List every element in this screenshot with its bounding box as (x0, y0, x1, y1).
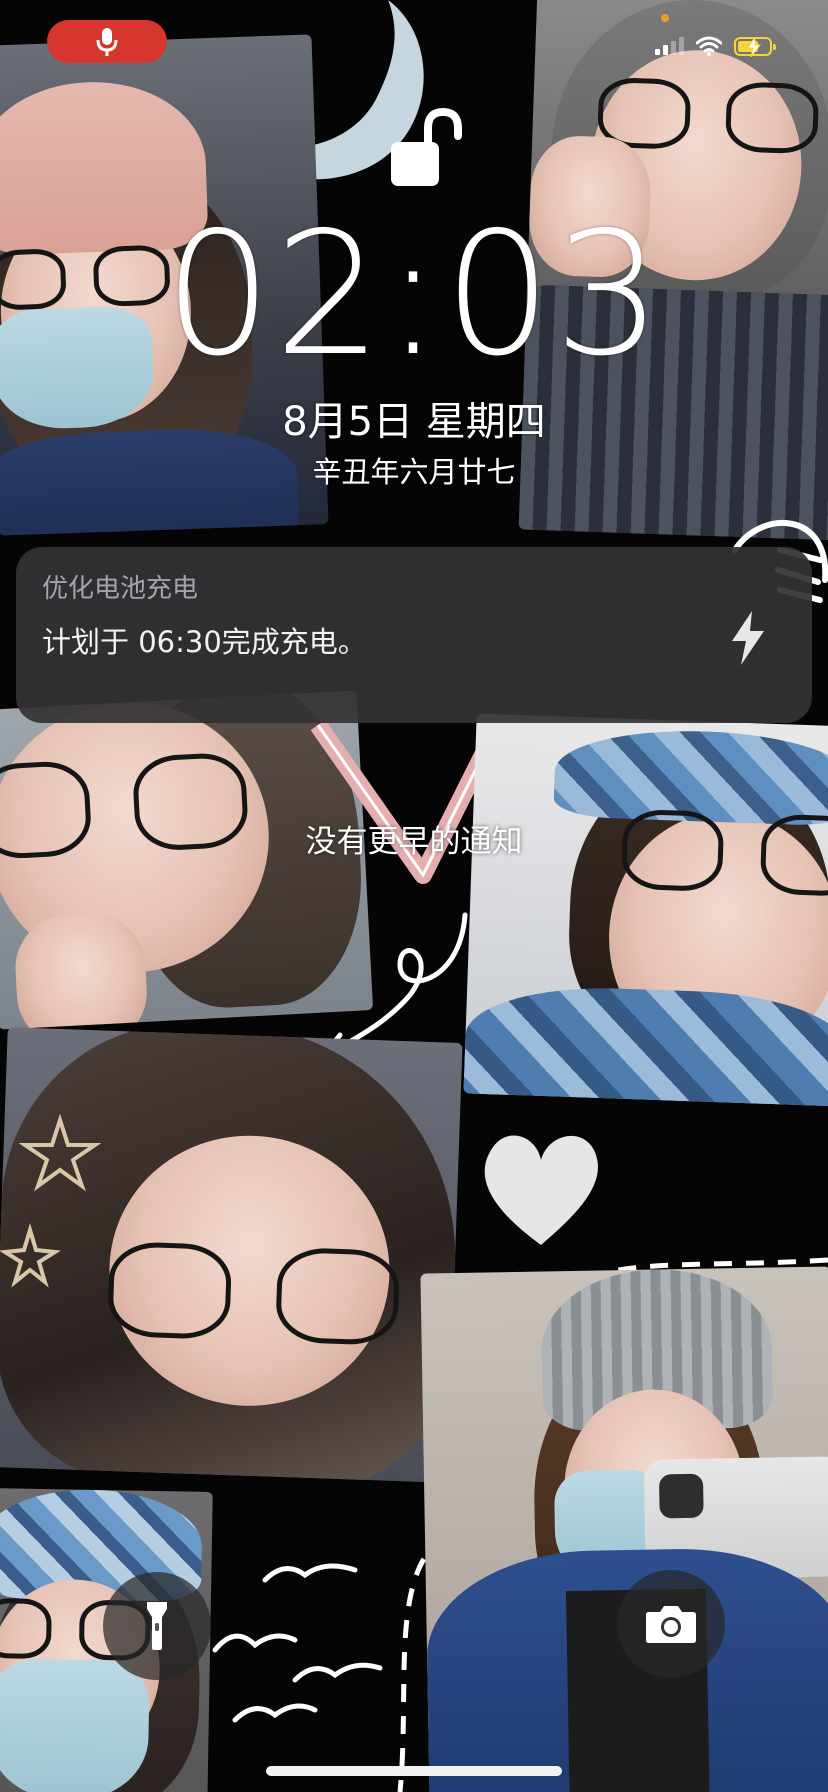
wifi-icon (696, 36, 722, 56)
unlocked-padlock-icon (391, 108, 462, 186)
lock-screen-date: 8月5日 星期四 (282, 399, 546, 445)
home-indicator[interactable] (266, 1766, 562, 1776)
wallpaper-photo-4 (463, 713, 828, 1107)
lock-screen: 02:03 8月5日 星期四 辛丑年六月廿七 优化电池充电 计划于 06:30完… (0, 0, 828, 1792)
lunar-date: 辛丑年六月廿七 (312, 455, 516, 489)
lightning-bolt-icon (732, 611, 764, 665)
no-earlier-notifications-label: 没有更早的通知 (305, 824, 523, 860)
lock-screen-time: 02:03 (164, 196, 664, 394)
notification-title: 优化电池充电 (42, 574, 199, 604)
status-bar-right (655, 36, 776, 57)
battery-charging-icon (734, 36, 776, 57)
white-heart-sticker (484, 1135, 598, 1245)
privacy-indicator-dot (661, 14, 669, 22)
camera-icon (646, 1606, 696, 1643)
notification-message: 计划于 06:30完成充电。 (42, 625, 367, 659)
camera-button[interactable] (617, 1570, 725, 1678)
wallpaper-photo-6 (420, 1266, 828, 1792)
birds-doodle (212, 1563, 383, 1723)
star-doodles (0, 1113, 102, 1288)
microphone-in-use-indicator[interactable] (47, 20, 167, 63)
optimized-charging-notification[interactable]: 优化电池充电 计划于 06:30完成充电。 (16, 547, 812, 723)
microphone-icon (96, 27, 118, 56)
flashlight-button[interactable] (103, 1572, 211, 1680)
flashlight-icon (147, 1602, 167, 1650)
cellular-signal-icon (655, 37, 684, 55)
